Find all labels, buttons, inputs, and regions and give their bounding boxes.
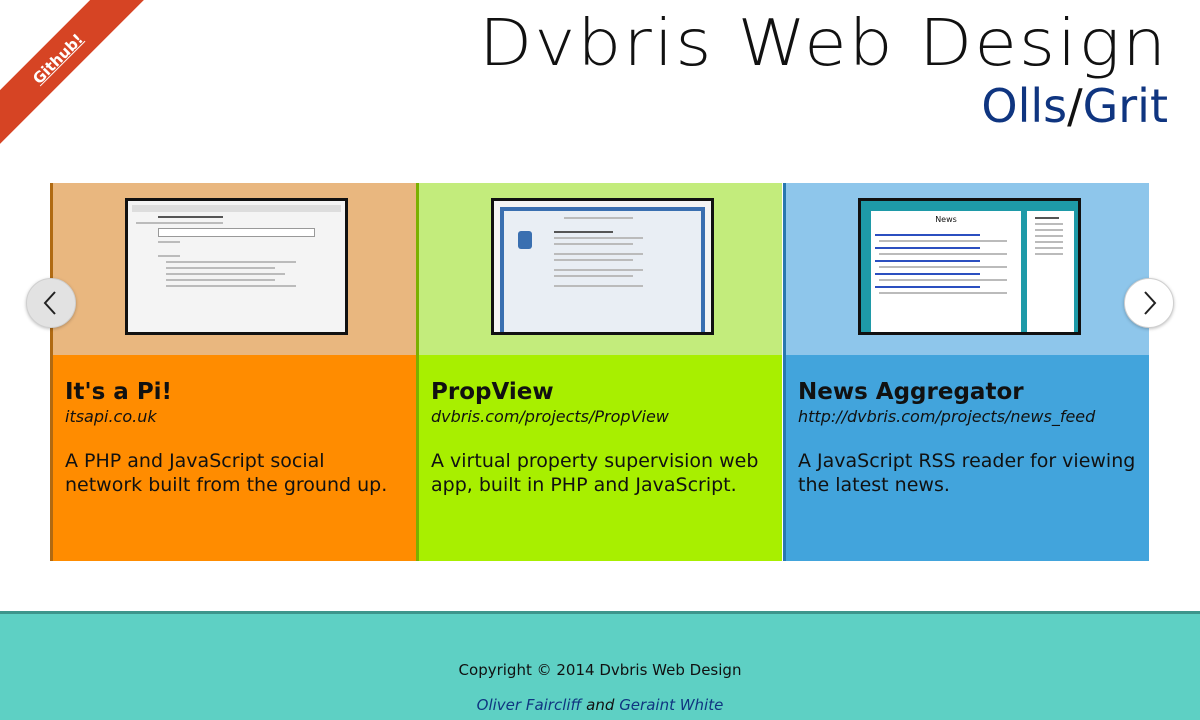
- authors-line: Oliver Faircliff and Geraint White: [0, 695, 1200, 715]
- site-footer: Copyright © 2014 Dvbris Web Design Olive…: [0, 611, 1200, 720]
- project-carousel: It's a Pi! itsapi.co.uk A PHP and JavaSc…: [50, 183, 1150, 561]
- project-screenshot-news: News: [858, 198, 1081, 335]
- site-header: Dvbris Web Design Olls/Grit: [479, 8, 1168, 132]
- project-title: It's a Pi!: [65, 379, 173, 405]
- site-subtitle: Olls/Grit: [530, 80, 1168, 132]
- carousel-next-button[interactable]: [1124, 278, 1174, 328]
- project-thumbnail-area: News: [786, 183, 1149, 355]
- olls-link[interactable]: Olls: [981, 79, 1067, 133]
- project-description: A PHP and JavaScript social network buil…: [65, 450, 388, 496]
- grit-link[interactable]: Grit: [1083, 79, 1168, 133]
- project-thumbnail-area: [53, 183, 416, 355]
- project-title: PropView: [431, 379, 554, 405]
- project-url[interactable]: dvbris.com/projects/PropView: [431, 407, 770, 427]
- project-url[interactable]: http://dvbris.com/projects/news_feed: [798, 407, 1137, 427]
- project-info: It's a Pi! itsapi.co.uk A PHP and JavaSc…: [53, 355, 416, 561]
- project-card-itsapi[interactable]: It's a Pi! itsapi.co.uk A PHP and JavaSc…: [50, 183, 416, 561]
- copyright-text: Copyright © 2014 Dvbris Web Design: [458, 661, 742, 679]
- github-ribbon-link[interactable]: Github!: [0, 0, 148, 149]
- project-thumbnail-area: [419, 183, 782, 355]
- site-title: Dvbris Web Design: [478, 7, 1168, 81]
- chevron-left-icon: [43, 291, 56, 315]
- project-info: News Aggregator http://dvbris.com/projec…: [786, 355, 1149, 561]
- chevron-right-icon: [1144, 291, 1157, 315]
- project-info: PropView dvbris.com/projects/PropView A …: [419, 355, 782, 561]
- project-screenshot-itsapi: [125, 198, 348, 335]
- github-ribbon-container: Github!: [0, 0, 150, 150]
- author-geraint-link[interactable]: Geraint White: [619, 696, 723, 714]
- project-title: News Aggregator: [798, 379, 1024, 405]
- project-card-propview[interactable]: PropView dvbris.com/projects/PropView A …: [416, 183, 782, 561]
- subtitle-separator: /: [1067, 79, 1083, 133]
- page: Github! Dvbris Web Design Olls/Grit It's…: [0, 0, 1200, 720]
- carousel-prev-button[interactable]: [26, 278, 76, 328]
- author-oliver-link[interactable]: Oliver Faircliff: [477, 696, 582, 714]
- project-description: A virtual property supervision web app, …: [431, 450, 759, 496]
- project-url[interactable]: itsapi.co.uk: [65, 407, 404, 427]
- screenshot-heading: News: [871, 211, 1021, 229]
- project-description: A JavaScript RSS reader for viewing the …: [798, 450, 1136, 496]
- authors-and-text: and: [586, 696, 615, 714]
- project-screenshot-propview: [491, 198, 714, 335]
- project-card-news-aggregator[interactable]: News News Aggregator http://dvbris.com/p…: [783, 183, 1149, 561]
